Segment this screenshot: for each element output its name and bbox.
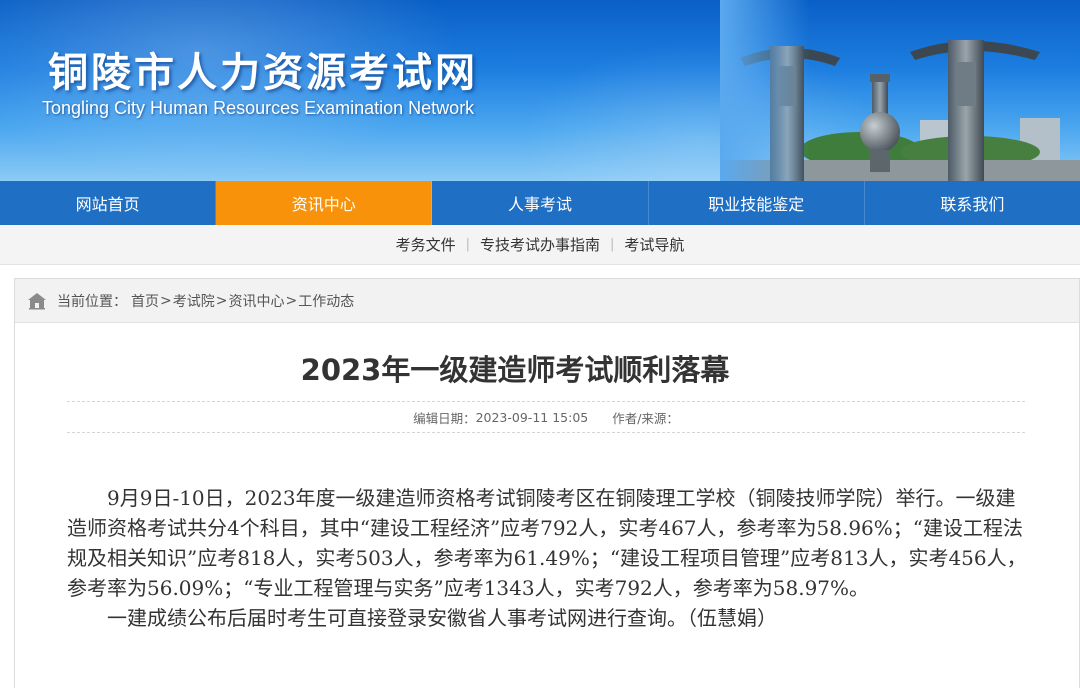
- sub-nav: 考务文件 | 专技考试办事指南 | 考试导航: [0, 225, 1080, 265]
- breadcrumb-news-center[interactable]: 资讯中心: [228, 291, 284, 311]
- article-title: 2023年一级建造师考试顺利落幕: [300, 353, 730, 387]
- breadcrumb-separator: >: [215, 292, 228, 309]
- subnav-exam-navigation[interactable]: 考试导航: [614, 234, 694, 255]
- article-meta: 编辑日期： 2023-09-11 15:05 作者/来源：: [67, 401, 1025, 433]
- subnav-exam-documents[interactable]: 考务文件: [386, 234, 466, 255]
- breadcrumb-home[interactable]: 首页: [131, 291, 159, 311]
- site-subtitle: Tongling City Human Resources Examinatio…: [42, 98, 475, 118]
- breadcrumb-separator: >: [285, 292, 298, 309]
- home-icon: [28, 292, 46, 309]
- nav-contact-us[interactable]: 联系我们: [865, 181, 1080, 225]
- main-nav: 网站首页 资讯中心 人事考试 职业技能鉴定 联系我们: [0, 181, 1080, 225]
- article-paragraph: 9月9日-10日，2023年度一级建造师资格考试铜陵考区在铜陵理工学校（铜陵技师…: [67, 486, 1027, 600]
- nav-news-center[interactable]: 资讯中心: [216, 181, 433, 225]
- article-paragraph: 一建成绩公布后届时考生可直接登录安徽省人事考试网进行查询。（伍慧娟）: [107, 606, 777, 630]
- breadcrumb-exam-institute[interactable]: 考试院: [173, 291, 215, 311]
- nav-home[interactable]: 网站首页: [0, 181, 217, 225]
- site-title: 铜陵市人力资源考试网: [48, 50, 478, 96]
- banner-landmark-image: [720, 0, 1080, 181]
- breadcrumb: 当前位置： 首页 > 考试院 > 资讯中心 > 工作动态: [15, 279, 1079, 323]
- edit-date-label: 编辑日期：: [413, 410, 476, 426]
- article-container: 当前位置： 首页 > 考试院 > 资讯中心 > 工作动态 2023年一级建造师考…: [14, 278, 1080, 688]
- breadcrumb-label: 当前位置：: [57, 293, 127, 310]
- breadcrumb-work-news[interactable]: 工作动态: [298, 291, 354, 311]
- site-banner: 铜陵市人力资源考试网 Tongling City Human Resources…: [0, 0, 1080, 181]
- article-body: 9月9日-10日，2023年度一级建造师资格考试铜陵考区在铜陵理工学校（铜陵技师…: [67, 483, 1027, 633]
- edit-date: 2023-09-11 15:05: [475, 409, 589, 425]
- nav-personnel-exam[interactable]: 人事考试: [432, 181, 649, 225]
- nav-skill-appraisal[interactable]: 职业技能鉴定: [649, 181, 865, 225]
- breadcrumb-separator: >: [160, 292, 172, 309]
- author-label: 作者/来源：: [612, 410, 679, 426]
- subnav-exam-guide[interactable]: 专技考试办事指南: [470, 234, 610, 255]
